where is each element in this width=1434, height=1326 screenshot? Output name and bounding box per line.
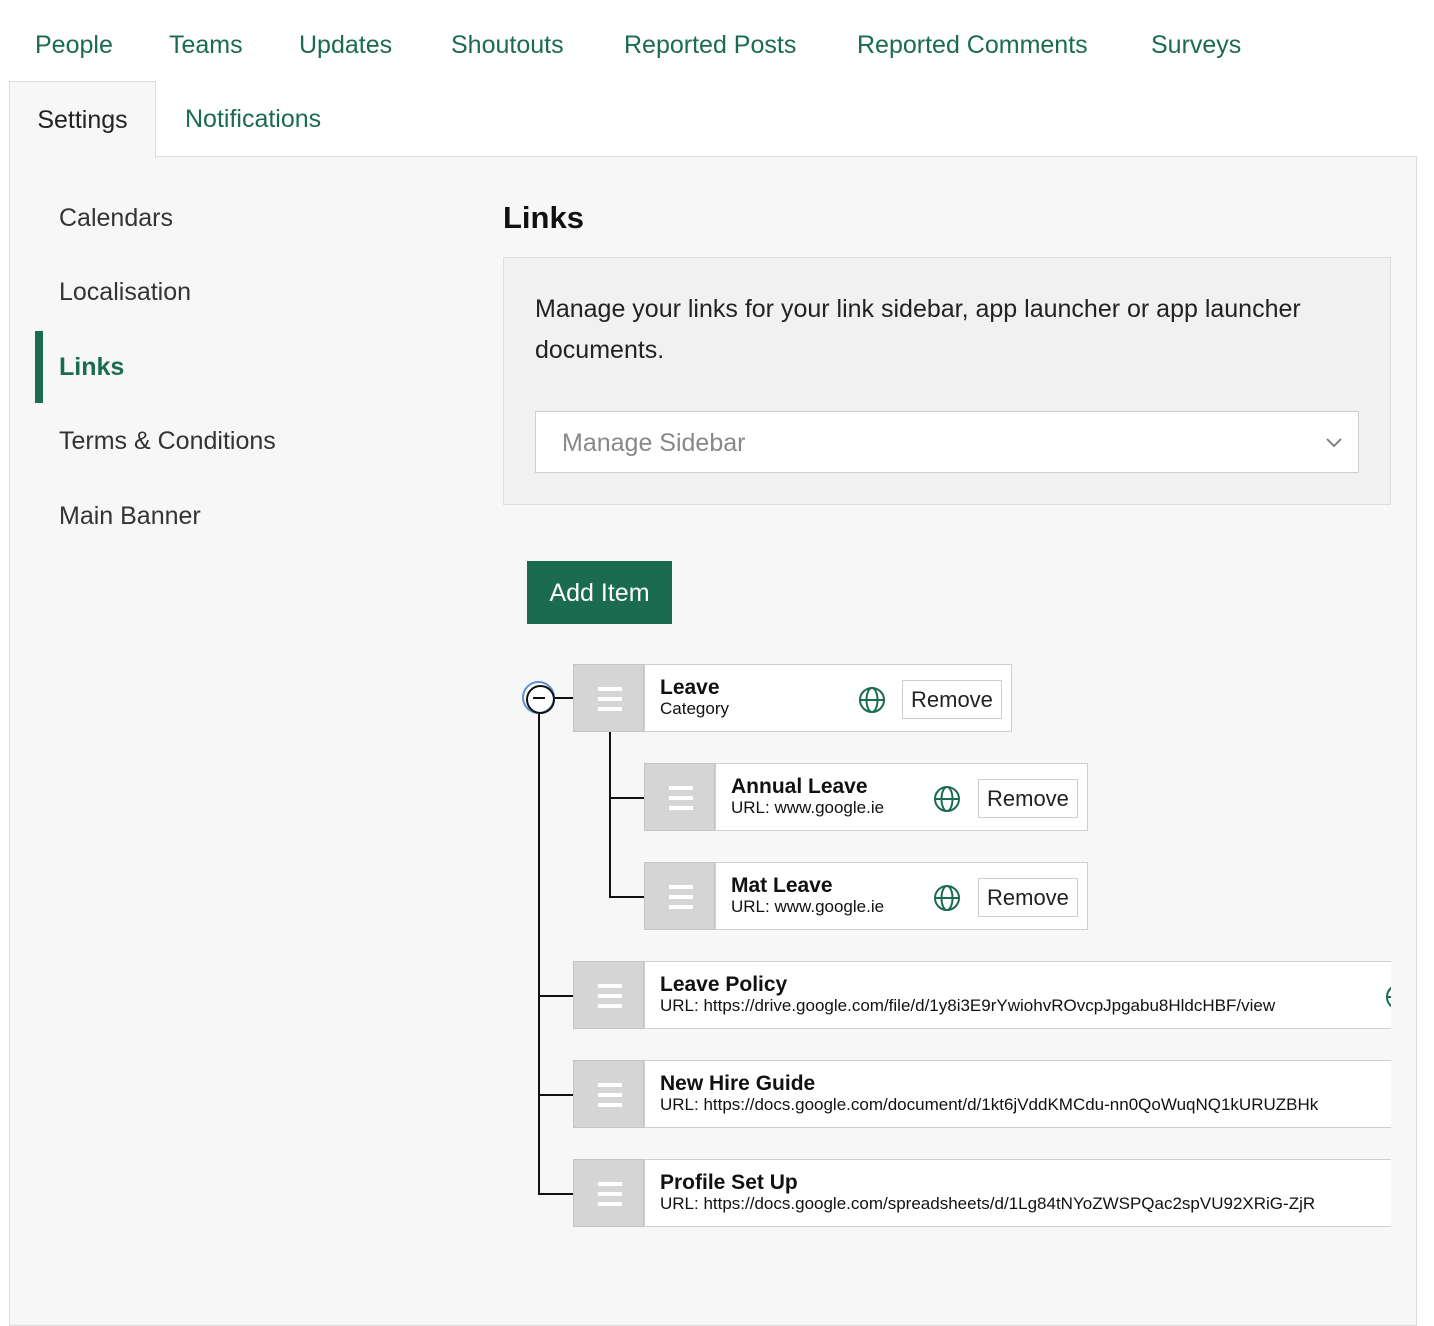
node-title: New Hire Guide bbox=[660, 1072, 816, 1095]
tree-connector bbox=[538, 995, 573, 997]
tree-connector bbox=[609, 797, 644, 799]
tree-node: Annual Leave URL: www.google.ie Remove bbox=[715, 763, 1088, 831]
tree-connector bbox=[538, 714, 540, 1195]
globe-icon[interactable] bbox=[1384, 982, 1391, 1012]
tree-node: Profile Set Up URL: https://docs.google.… bbox=[644, 1159, 1391, 1227]
tab-settings[interactable]: Settings bbox=[9, 81, 156, 158]
tree-connector bbox=[538, 1094, 573, 1096]
tree-node: Leave Policy URL: https://drive.google.c… bbox=[644, 961, 1391, 1029]
node-subtitle: URL: https://docs.google.com/spreadsheet… bbox=[660, 1194, 1316, 1213]
tree-connector bbox=[609, 896, 644, 898]
drag-handle-icon[interactable] bbox=[573, 1060, 644, 1128]
drag-handle-icon[interactable] bbox=[573, 664, 644, 732]
node-title: Annual Leave bbox=[731, 775, 868, 798]
node-subtitle: URL: https://docs.google.com/document/d/… bbox=[660, 1095, 1319, 1114]
tree-connector bbox=[555, 697, 573, 699]
node-title: Profile Set Up bbox=[660, 1171, 798, 1194]
node-title: Mat Leave bbox=[731, 874, 833, 897]
collapse-icon[interactable] bbox=[522, 681, 555, 714]
drag-handle-icon[interactable] bbox=[573, 961, 644, 1029]
globe-icon[interactable] bbox=[932, 784, 962, 814]
tree-node: Leave Category Remove bbox=[644, 664, 1012, 732]
drag-handle-icon[interactable] bbox=[573, 1159, 644, 1227]
globe-icon[interactable] bbox=[932, 883, 962, 913]
globe-icon[interactable] bbox=[857, 685, 887, 715]
tree-node: New Hire Guide URL: https://docs.google.… bbox=[644, 1060, 1391, 1128]
remove-button[interactable]: Remove bbox=[978, 878, 1078, 917]
node-subtitle: URL: www.google.ie bbox=[731, 897, 885, 916]
node-subtitle: URL: https://drive.google.com/file/d/1y8… bbox=[660, 996, 1276, 1015]
links-tree: Leave Category Remove Annual Leave URL: … bbox=[0, 0, 1391, 1310]
tree-node: Mat Leave URL: www.google.ie Remove bbox=[715, 862, 1088, 930]
drag-handle-icon[interactable] bbox=[644, 763, 715, 831]
node-subtitle: Category bbox=[660, 699, 729, 718]
node-title: Leave Policy bbox=[660, 973, 788, 996]
node-subtitle: URL: www.google.ie bbox=[731, 798, 885, 817]
remove-button[interactable]: Remove bbox=[978, 779, 1078, 818]
node-title: Leave bbox=[660, 676, 720, 699]
tree-connector bbox=[538, 1193, 573, 1195]
remove-button[interactable]: Remove bbox=[902, 680, 1002, 719]
tree-connector bbox=[609, 731, 611, 897]
drag-handle-icon[interactable] bbox=[644, 862, 715, 930]
